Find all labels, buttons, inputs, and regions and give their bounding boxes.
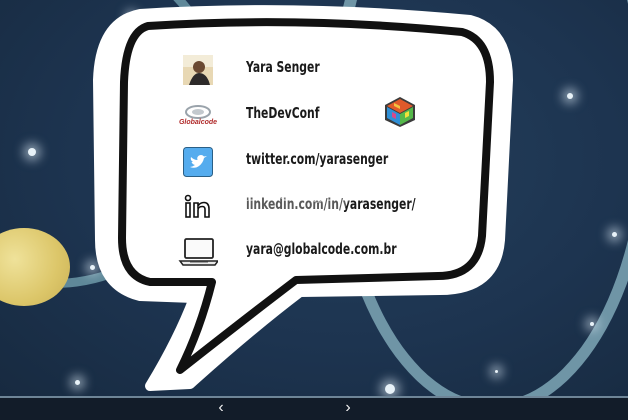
laptop-icon [178, 235, 218, 269]
media-overlay-controls[interactable]: ▯ ◁ ◯ [218, 172, 350, 216]
slide-canvas: Yara Senger Globalcode TheDevConf twitte… [0, 0, 628, 396]
contact-name: Yara Senger [246, 58, 320, 76]
email-link[interactable]: yara@globalcode.com.br [246, 240, 397, 258]
presentation-nav-bar: ‹ › [0, 396, 628, 420]
globalcode-logo-text: Globalcode [178, 119, 218, 126]
linkedin-icon [178, 190, 218, 224]
contact-row-email[interactable]: yara@globalcode.com.br [168, 232, 468, 272]
globalcode-logo: Globalcode [178, 99, 218, 133]
contact-row-conference: Globalcode TheDevConf [168, 96, 468, 136]
pin-icon[interactable]: ▯ [242, 185, 250, 203]
next-slide-button[interactable]: › [338, 398, 358, 420]
twitter-icon [178, 145, 218, 179]
thedevconf-cube-icon [383, 96, 417, 128]
profile-photo [178, 53, 218, 87]
chat-icon[interactable]: ◯ [309, 185, 326, 203]
contact-conference: TheDevConf [246, 104, 320, 122]
twitter-link[interactable]: twitter.com/yarasenger [246, 150, 388, 168]
previous-slide-button[interactable]: ‹ [211, 398, 231, 420]
speaker-icon[interactable]: ◁ [274, 185, 286, 203]
contact-row-name: Yara Senger [168, 50, 468, 90]
